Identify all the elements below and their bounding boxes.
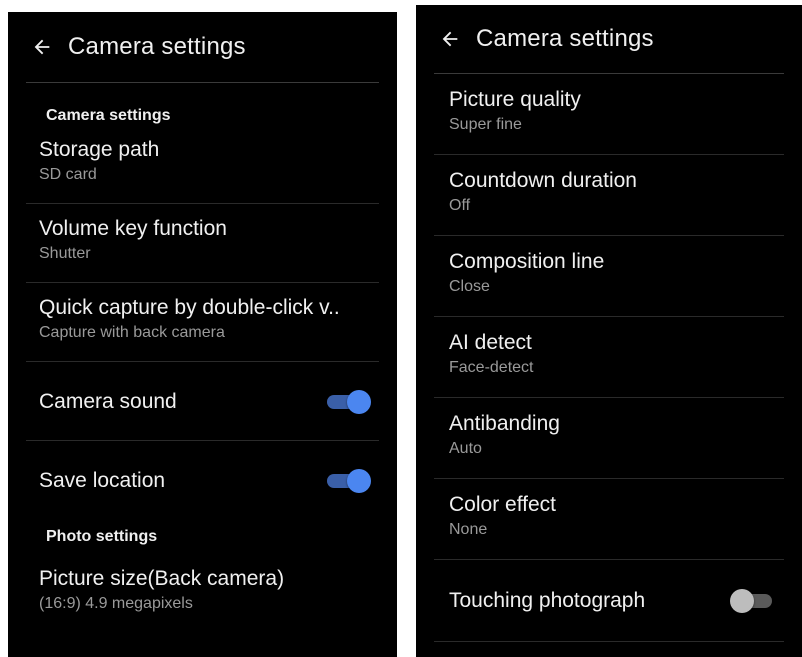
setting-summary: SD card: [39, 166, 97, 183]
save-location-toggle[interactable]: [327, 468, 371, 494]
setting-ai-detect[interactable]: AI detect Face-detect: [416, 317, 802, 398]
divider: [434, 641, 784, 642]
setting-countdown-duration[interactable]: Countdown duration Off: [416, 155, 802, 236]
switch-thumb: [730, 589, 754, 613]
section-header-photo-settings: Photo settings: [46, 528, 158, 545]
setting-storage-path[interactable]: Storage path SD card: [8, 125, 397, 204]
page-title: Camera settings: [68, 33, 246, 60]
setting-summary: (16:9) 4.9 megapixels: [39, 595, 193, 612]
setting-summary: Capture with back camera: [39, 324, 225, 341]
setting-title: AI detect: [449, 331, 532, 354]
setting-picture-size[interactable]: Picture size(Back camera) (16:9) 4.9 meg…: [8, 558, 397, 648]
arrow-left-icon[interactable]: [438, 27, 462, 51]
setting-summary: Face-detect: [449, 359, 534, 376]
setting-save-location[interactable]: Save location: [8, 441, 397, 520]
setting-touching-photograph[interactable]: Touching photograph: [416, 560, 802, 642]
switch-thumb: [347, 389, 371, 414]
setting-picture-quality[interactable]: Picture quality Super fine: [416, 74, 802, 155]
setting-title: Storage path: [39, 138, 160, 161]
setting-title: Volume key function: [39, 217, 227, 240]
setting-title: Color effect: [449, 493, 556, 516]
setting-summary: Close: [449, 278, 490, 295]
arrow-left-icon[interactable]: [30, 35, 54, 59]
setting-title: Composition line: [449, 250, 605, 273]
camera-sound-toggle[interactable]: [327, 389, 371, 415]
app-bar: Camera settings: [8, 12, 397, 82]
setting-quick-capture[interactable]: Quick capture by double-click v.. Captur…: [8, 283, 397, 362]
section-header-camera-settings: Camera settings: [46, 107, 171, 124]
left-settings-screen: Camera settings Camera settings Storage …: [8, 12, 397, 657]
setting-title: Quick capture by double-click v..: [39, 296, 340, 319]
setting-title: Countdown duration: [449, 169, 637, 192]
touching-photograph-toggle[interactable]: [730, 588, 774, 614]
setting-title: Antibanding: [449, 412, 560, 435]
setting-volume-key-function[interactable]: Volume key function Shutter: [8, 204, 397, 283]
setting-composition-line[interactable]: Composition line Close: [416, 236, 802, 317]
setting-summary: Off: [449, 197, 471, 214]
setting-antibanding[interactable]: Antibanding Auto: [416, 398, 802, 479]
setting-summary: None: [449, 521, 488, 538]
setting-title: Touching photograph: [449, 589, 646, 612]
setting-summary: Super fine: [449, 116, 522, 133]
setting-camera-sound[interactable]: Camera sound: [8, 362, 397, 441]
setting-title: Picture quality: [449, 88, 581, 111]
setting-title: Camera sound: [39, 389, 177, 413]
right-settings-screen: Camera settings Picture quality Super fi…: [416, 5, 802, 657]
setting-summary: Auto: [449, 440, 482, 457]
app-bar: Camera settings: [416, 5, 802, 73]
page-title: Camera settings: [476, 25, 654, 52]
setting-title: Save location: [39, 468, 166, 492]
setting-color-effect[interactable]: Color effect None: [416, 479, 802, 560]
switch-thumb: [347, 468, 371, 493]
setting-title: Picture size(Back camera): [39, 567, 285, 590]
setting-summary: Shutter: [39, 245, 91, 262]
